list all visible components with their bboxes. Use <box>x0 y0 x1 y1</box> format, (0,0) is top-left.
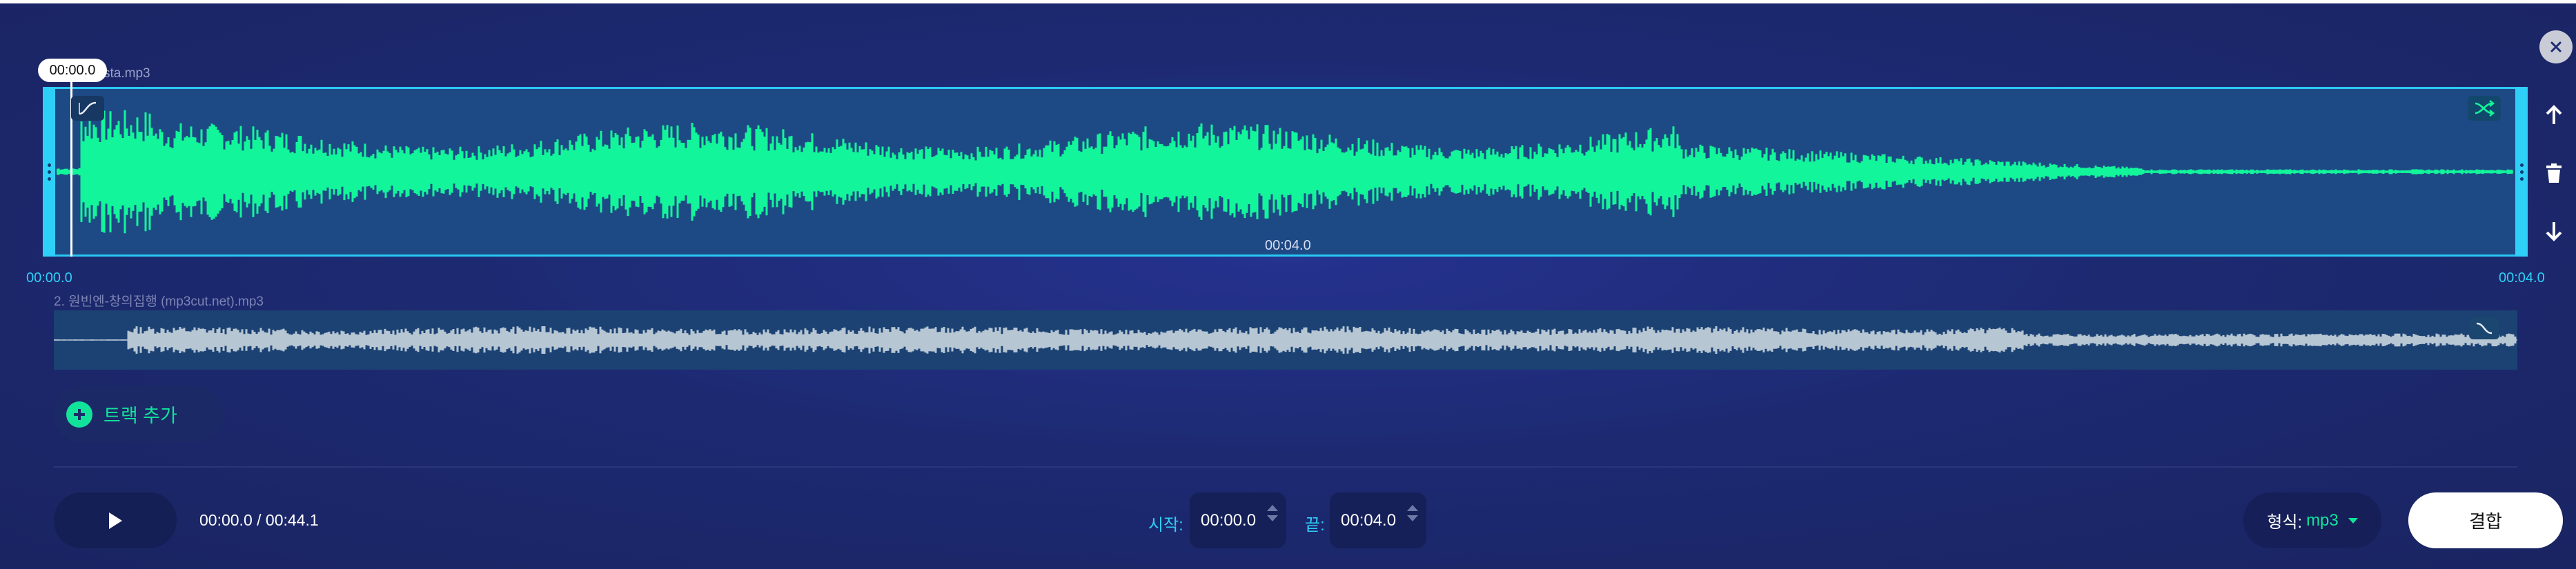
shuffle-icon <box>2475 100 2495 117</box>
trash-icon <box>2546 163 2562 183</box>
start-time-input[interactable]: 00:00.0 <box>1190 492 1286 548</box>
track-1-mid-time: 00:04.0 <box>1265 238 1311 253</box>
track-2-filename: 2. 원빈엔-창의집행 (mp3cut.net).mp3 <box>54 295 264 309</box>
range-start-time: 00:00.0 <box>26 270 72 286</box>
join-button[interactable]: 결합 <box>2408 492 2563 548</box>
end-time-input[interactable]: 00:04.0 <box>1330 492 1426 548</box>
start-time-stepper[interactable] <box>1267 505 1278 521</box>
track-1-waveform-panel[interactable] <box>43 87 2527 257</box>
trim-handle-right[interactable] <box>2515 87 2528 257</box>
format-dropdown[interactable]: 형식: mp3 <box>2243 492 2381 548</box>
end-label: 끝: <box>1305 516 1325 535</box>
play-button[interactable] <box>54 492 177 548</box>
close-button[interactable] <box>2539 30 2573 63</box>
playhead-time-badge[interactable]: 00:00.0 <box>38 59 107 82</box>
move-track-down-button[interactable] <box>2537 210 2571 252</box>
add-track-button[interactable]: 트랙 추가 <box>54 386 224 442</box>
format-label: 형식: <box>2267 513 2303 532</box>
chevron-down-icon <box>2348 517 2358 523</box>
range-end-time: 00:04.0 <box>2499 270 2545 286</box>
track-tools <box>2537 92 2571 254</box>
track-2-waveform-panel[interactable] <box>54 310 2517 370</box>
move-track-up-button[interactable] <box>2537 94 2571 136</box>
delete-track-button[interactable] <box>2537 152 2571 194</box>
track-1-waveform <box>57 110 2513 234</box>
close-icon <box>2550 41 2562 52</box>
shuffle-button[interactable] <box>2468 96 2501 121</box>
fade-in-button[interactable] <box>71 96 104 121</box>
plus-icon <box>66 401 92 428</box>
end-time-value: 00:04.0 <box>1341 510 1397 530</box>
arrow-down-icon <box>2546 222 2562 241</box>
trim-handle-left[interactable] <box>43 87 55 257</box>
top-border <box>0 0 2576 3</box>
arrow-up-icon <box>2546 105 2562 124</box>
start-label: 시작: <box>1148 516 1183 535</box>
fade-in-icon <box>79 101 97 115</box>
add-track-label: 트랙 추가 <box>104 406 177 426</box>
time-readout: 00:00.0 / 00:44.1 <box>199 511 319 529</box>
fade-out-button[interactable] <box>2469 317 2499 339</box>
track-2-waveform <box>54 326 2517 354</box>
format-value: mp3 <box>2306 510 2339 530</box>
end-time-stepper[interactable] <box>1407 505 1418 521</box>
play-icon <box>109 512 122 529</box>
fade-out-icon <box>2476 322 2493 335</box>
start-time-value: 00:00.0 <box>1201 510 1257 530</box>
divider <box>54 466 2517 468</box>
track-1-filename: sta.mp3 <box>104 66 150 81</box>
